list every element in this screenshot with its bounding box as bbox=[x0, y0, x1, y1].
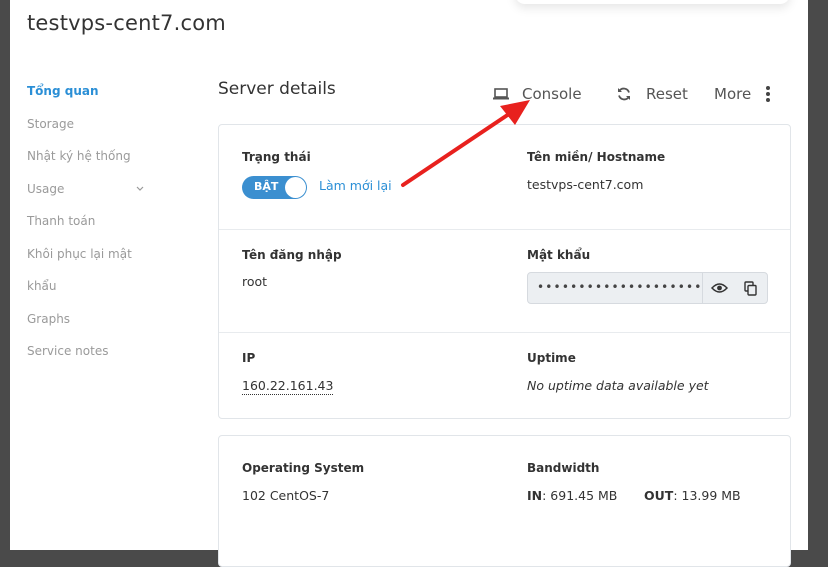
console-button[interactable]: Console bbox=[492, 85, 582, 103]
system-card: Operating System 102 CentOS-7 Bandwidth … bbox=[218, 435, 791, 567]
bandwidth-label: Bandwidth bbox=[527, 461, 600, 475]
ip-label: IP bbox=[242, 351, 256, 365]
password-field[interactable]: •••••••••••••••••••• bbox=[527, 272, 768, 304]
refresh-link[interactable]: Làm mới lại bbox=[319, 178, 392, 193]
sidebar-item-label: Graphs bbox=[27, 311, 71, 326]
sidebar-item-label: Nhật ký hệ thống bbox=[27, 149, 131, 163]
sidebar-item-label: Usage bbox=[27, 181, 65, 196]
kebab-menu-icon bbox=[765, 85, 771, 103]
bandwidth-out-value: : 13.99 MB bbox=[673, 488, 741, 503]
hostname-label: Tên miền/ Hostname bbox=[527, 150, 666, 164]
sidebar-item-label: Service notes bbox=[27, 344, 109, 358]
sidebar-item-password-reset-cont[interactable]: khẩu bbox=[27, 278, 167, 311]
sidebar-item-label: Tổng quan bbox=[27, 84, 99, 98]
details-row-credentials: Tên đăng nhập root Mật khẩu ••••••••••••… bbox=[219, 230, 790, 333]
ip-value[interactable]: 160.22.161.43 bbox=[242, 378, 334, 395]
copy-icon[interactable] bbox=[735, 273, 766, 303]
sidebar-item-label: khẩu bbox=[27, 279, 57, 293]
chevron-down-icon bbox=[135, 181, 145, 203]
sidebar-item-billing[interactable]: Thanh toán bbox=[27, 213, 167, 246]
os-value: 102 CentOS-7 bbox=[242, 488, 330, 503]
uptime-label: Uptime bbox=[527, 351, 576, 365]
refresh-icon bbox=[616, 86, 632, 102]
status-label: Trạng thái bbox=[242, 150, 311, 164]
toggle-knob bbox=[285, 177, 306, 198]
details-row-network: IP 160.22.161.43 Uptime No uptime data a… bbox=[219, 333, 790, 418]
bandwidth-out: OUT: 13.99 MB bbox=[644, 488, 741, 503]
reset-label: Reset bbox=[646, 85, 688, 103]
sidebar-item-graphs[interactable]: Graphs bbox=[27, 311, 167, 344]
sidebar-item-overview[interactable]: Tổng quan bbox=[27, 83, 167, 116]
sidebar-item-label: Storage bbox=[27, 116, 74, 131]
eye-icon[interactable] bbox=[704, 273, 735, 303]
server-details-card: Trạng thái BẬT Làm mới lại Tên miền/ Hos… bbox=[218, 124, 791, 419]
bandwidth-out-label: OUT bbox=[644, 488, 674, 503]
sidebar-nav: Tổng quan Storage Nhật ký hệ thống Usage… bbox=[27, 83, 167, 376]
main-panel: testvps-cent7.com Tổng quan Storage Nhật… bbox=[10, 0, 808, 567]
sidebar-item-usage[interactable]: Usage bbox=[27, 181, 167, 214]
hostname-value: testvps-cent7.com bbox=[527, 177, 644, 192]
sidebar-item-storage[interactable]: Storage bbox=[27, 116, 167, 149]
sidebar-item-label: Thanh toán bbox=[27, 214, 96, 228]
os-label: Operating System bbox=[242, 461, 365, 475]
sidebar-item-system-log[interactable]: Nhật ký hệ thống bbox=[27, 148, 167, 181]
username-value: root bbox=[242, 274, 268, 289]
bandwidth-in-value: : 691.45 MB bbox=[542, 488, 618, 503]
bandwidth-in: IN: 691.45 MB bbox=[527, 488, 617, 503]
username-label: Tên đăng nhập bbox=[242, 248, 342, 262]
system-row: Operating System 102 CentOS-7 Bandwidth … bbox=[219, 436, 790, 536]
laptop-icon bbox=[492, 87, 510, 101]
sidebar-item-password-reset[interactable]: Khôi phục lại mật bbox=[27, 246, 167, 279]
uptime-value: No uptime data available yet bbox=[527, 378, 709, 393]
more-button[interactable]: More bbox=[714, 85, 771, 103]
password-label: Mật khẩu bbox=[527, 248, 591, 262]
reset-button[interactable]: Reset bbox=[616, 85, 688, 103]
section-title: Server details bbox=[218, 79, 336, 99]
console-label: Console bbox=[522, 85, 582, 103]
more-label: More bbox=[714, 85, 752, 103]
sidebar-item-service-notes[interactable]: Service notes bbox=[27, 343, 167, 376]
details-row-status: Trạng thái BẬT Làm mới lại Tên miền/ Hos… bbox=[219, 125, 790, 230]
sidebar-item-label: Khôi phục lại mật bbox=[27, 246, 132, 261]
page-title: testvps-cent7.com bbox=[27, 11, 226, 35]
power-toggle[interactable]: BẬT bbox=[242, 176, 307, 199]
password-masked: •••••••••••••••••••• bbox=[537, 280, 703, 294]
floating-popup-edge bbox=[515, 0, 790, 4]
divider bbox=[702, 273, 703, 303]
bandwidth-in-label: IN bbox=[527, 488, 543, 503]
toggle-text: BẬT bbox=[254, 180, 279, 193]
